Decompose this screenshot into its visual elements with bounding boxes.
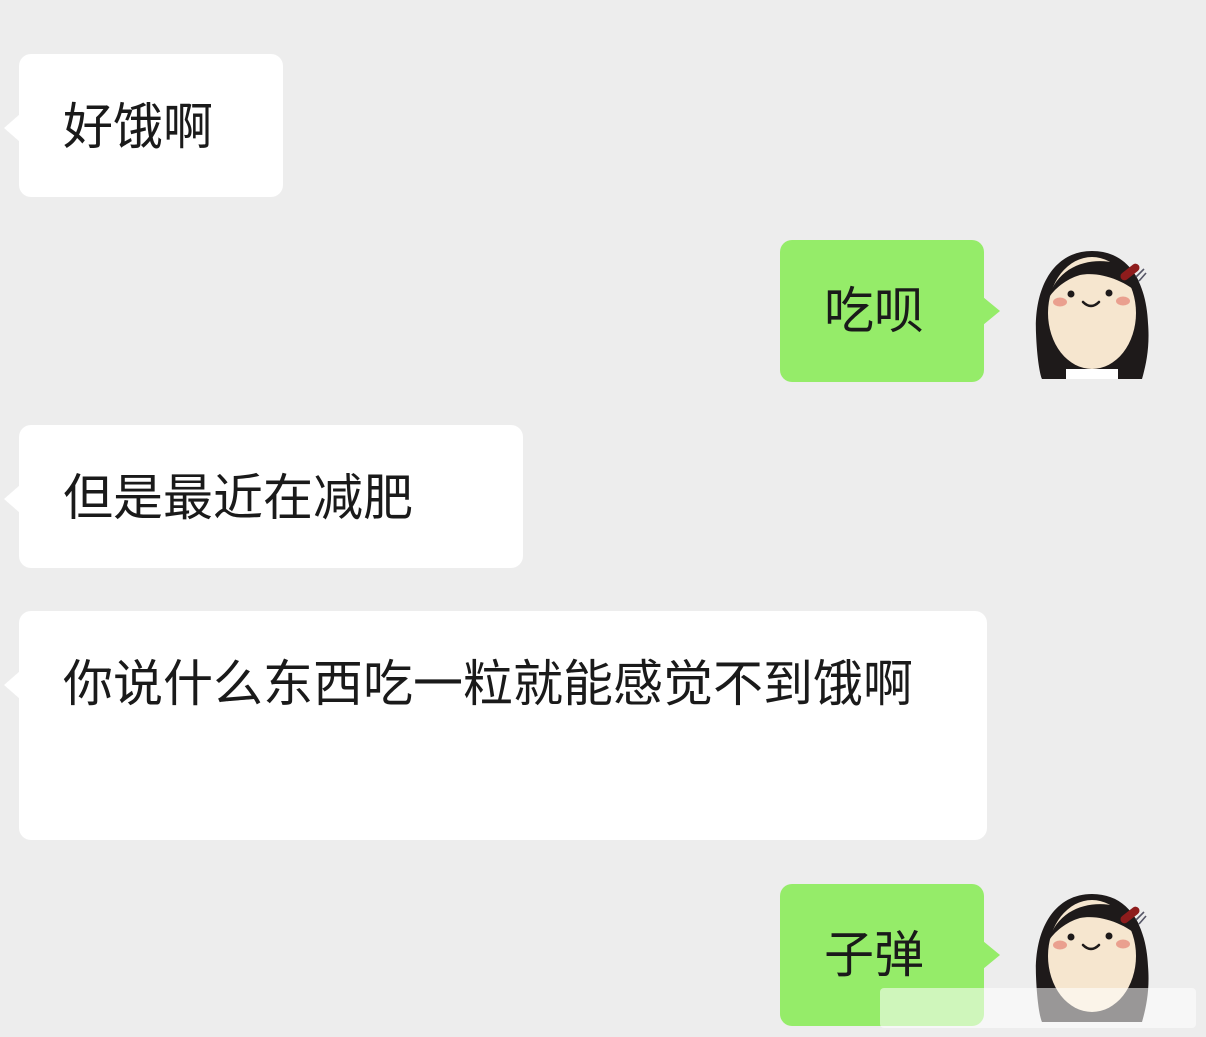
message-text: 但是最近在减肥 xyxy=(63,469,413,527)
blurred-watermark xyxy=(880,988,1196,1028)
cartoon-girl-avatar-icon xyxy=(1030,247,1154,379)
incoming-message-bubble[interactable]: 好饿啊 xyxy=(4,54,283,197)
message-text: 你说什么东西吃一粒就能感觉不到饿啊 xyxy=(63,655,913,713)
incoming-message-bubble[interactable]: 你说什么东西吃一粒就能感觉不到饿啊 xyxy=(4,611,987,840)
avatar[interactable] xyxy=(1030,247,1154,379)
incoming-message-bubble[interactable]: 但是最近在减肥 xyxy=(4,425,523,568)
message-text: 子弹 xyxy=(824,926,924,984)
message-text: 好饿啊 xyxy=(63,98,213,156)
outgoing-message-bubble[interactable]: 吃呗 xyxy=(780,240,1000,382)
message-text: 吃呗 xyxy=(824,282,924,340)
